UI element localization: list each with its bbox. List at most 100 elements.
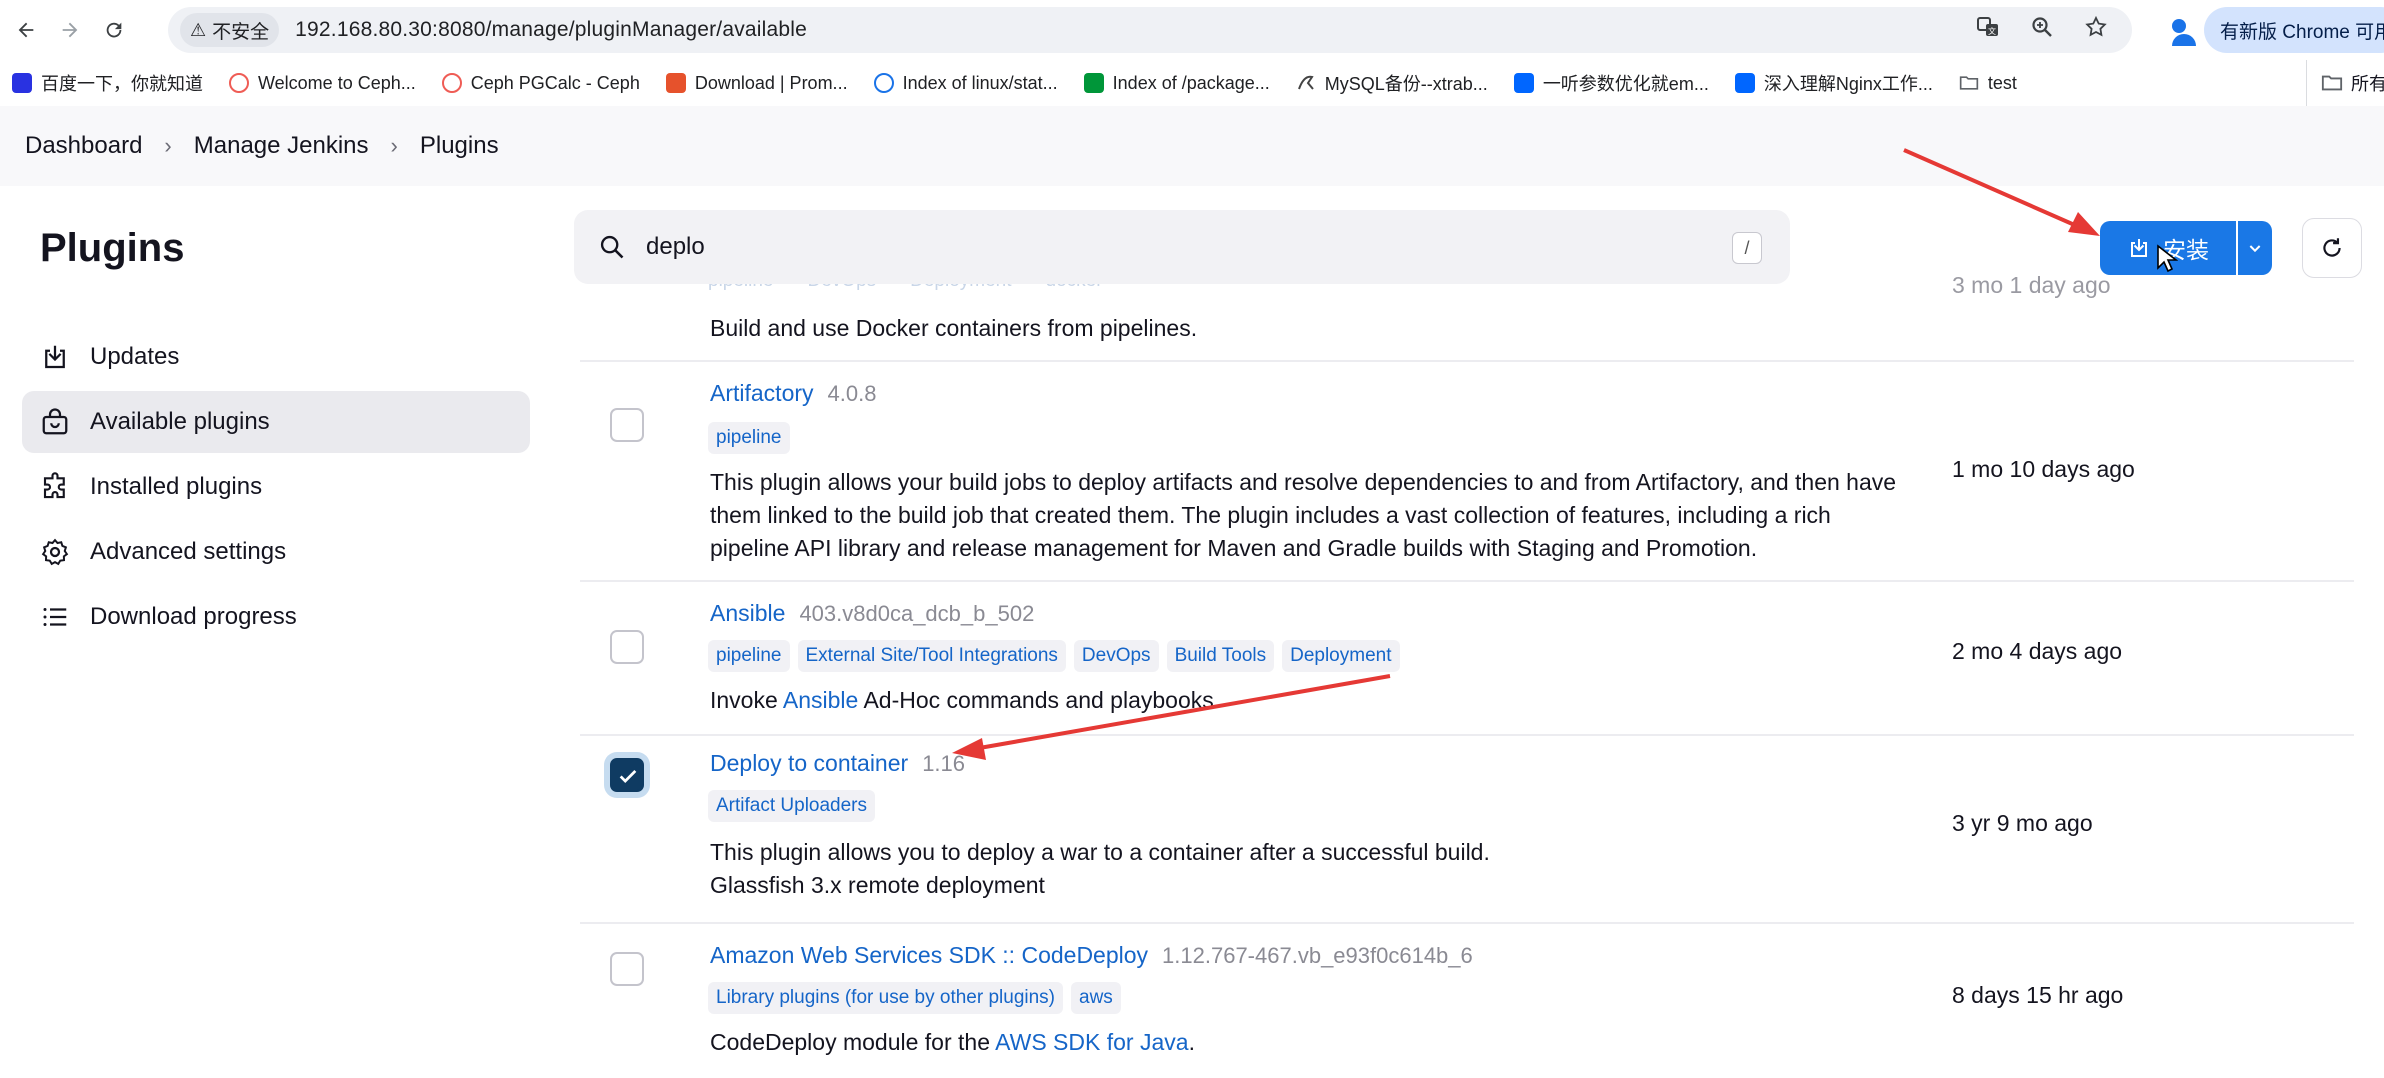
bookmark-item[interactable]: Ceph PGCalc - Ceph — [441, 72, 640, 94]
prometheus-icon — [665, 73, 686, 93]
check-icon — [619, 769, 637, 783]
security-indicator[interactable]: ⚠ 不安全 — [180, 13, 280, 47]
plugin-checkbox-deploy-to-container[interactable] — [610, 758, 644, 792]
plugin-description: This plugin allows your build jobs to de… — [710, 469, 1897, 561]
ceph-icon — [229, 73, 249, 93]
bookmark-item[interactable]: Download | Prom... — [665, 73, 848, 94]
plugin-link-ansible[interactable]: Ansible — [710, 600, 785, 626]
ceph-icon — [441, 73, 462, 93]
plugin-tag[interactable]: aws — [1071, 982, 1121, 1014]
sidebar: Updates Available plugins Installed plug… — [22, 326, 530, 651]
sidebar-item-label: Installed plugins — [90, 473, 263, 500]
plugin-tags: pipeline — [708, 422, 790, 454]
mysql-icon — [1296, 73, 1316, 93]
plugin-tag[interactable]: Library plugins (for use by other plugin… — [708, 982, 1064, 1014]
bookmark-label: Ceph PGCalc - Ceph — [470, 72, 640, 93]
description-text: CodeDeploy module for the — [710, 1029, 996, 1055]
address-bar[interactable]: ⚠ 不安全 192.168.80.30:8080/manage/pluginMa… — [168, 7, 2132, 53]
plugin-tag[interactable]: pipeline — [708, 640, 790, 672]
plugin-checkbox-artifactory[interactable] — [610, 408, 644, 442]
reload-button[interactable] — [92, 8, 136, 52]
plugin-released: 3 yr 9 mo ago — [1952, 810, 2093, 836]
bookmark-item[interactable]: Index of /package... — [1083, 73, 1270, 94]
mouse-cursor-icon — [2157, 244, 2178, 273]
star-icon[interactable] — [2084, 15, 2108, 45]
bookmark-item[interactable]: 深入理解Nginx工作... — [1734, 70, 1933, 96]
bookmark-item[interactable]: test — [1959, 73, 2017, 94]
aws-sdk-link[interactable]: AWS SDK for Java — [995, 1029, 1188, 1055]
ansible-link[interactable]: Ansible — [783, 687, 858, 713]
plugin-description: CodeDeploy module for the AWS SDK for Ja… — [710, 1026, 1900, 1059]
plugin-tag[interactable]: DevOps — [1073, 640, 1159, 672]
plugin-link-deploy-to-container[interactable]: Deploy to container — [710, 750, 908, 776]
description-line: This plugin allows you to deploy a war t… — [710, 839, 1490, 865]
plugin-link-aws-codedeploy[interactable]: Amazon Web Services SDK :: CodeDeploy — [710, 942, 1148, 968]
plugin-checkbox-aws-codedeploy[interactable] — [610, 952, 644, 986]
description-text: . — [1188, 1029, 1195, 1055]
bookmark-label: Index of linux/stat... — [902, 72, 1058, 93]
search-query[interactable]: deplo — [646, 233, 705, 261]
sidebar-item-label: Updates — [90, 343, 180, 370]
sidebar-item-installed-plugins[interactable]: Installed plugins — [22, 456, 530, 518]
download-icon — [2131, 239, 2147, 257]
plugin-name: Artifactory 4.0.8 — [710, 380, 876, 407]
refresh-button[interactable] — [2302, 218, 2362, 278]
translate-icon[interactable]: 文 — [1976, 15, 2000, 45]
baidu-icon — [12, 73, 32, 93]
reload-icon — [106, 22, 122, 38]
bookmark-item[interactable]: 一听参数优化就em... — [1513, 70, 1709, 96]
shopping-bag-icon — [42, 408, 68, 435]
plugin-version: 1.12.767-467.vb_e93f0c614b_6 — [1162, 943, 1473, 968]
arrow-right-icon — [62, 22, 78, 38]
install-options-dropdown[interactable] — [2238, 221, 2272, 275]
bookmark-label: Welcome to Ceph... — [258, 72, 416, 93]
gear-icon — [41, 538, 69, 566]
plugin-tag[interactable]: External Site/Tool Integrations — [797, 640, 1066, 672]
warning-icon: ⚠ — [190, 19, 207, 40]
bookmark-item[interactable]: Welcome to Ceph... — [229, 73, 416, 94]
chevron-right-icon: › — [390, 133, 398, 158]
sidebar-item-updates[interactable]: Updates — [22, 326, 530, 388]
plugin-released: 3 mo 1 day ago — [1952, 272, 2111, 298]
zoom-icon[interactable] — [2030, 15, 2054, 45]
bookmark-item[interactable]: MySQL备份--xtrab... — [1296, 70, 1488, 96]
sidebar-item-available-plugins[interactable]: Available plugins — [22, 391, 530, 453]
bookmark-item[interactable]: Index of linux/stat... — [873, 72, 1058, 94]
all-bookmarks-label: 所有书签 — [2351, 74, 2384, 94]
bookmark-item[interactable]: 百度一下，你就知道 — [12, 70, 203, 96]
plugin-tags: pipeline External Site/Tool Integrations… — [708, 640, 1400, 672]
all-bookmarks-button[interactable]: 所有书签 — [2306, 60, 2384, 106]
plugin-version: 4.0.8 — [827, 381, 877, 406]
plugin-tag[interactable]: Artifact Uploaders — [708, 790, 876, 822]
breadcrumb-manage-jenkins[interactable]: Manage Jenkins — [194, 132, 369, 160]
breadcrumb: Dashboard › Manage Jenkins › Plugins — [0, 106, 2384, 186]
plugin-description: Build and use Docker containers from pip… — [710, 315, 1198, 341]
plugin-tag[interactable]: Build Tools — [1166, 640, 1275, 672]
bookmark-label: 深入理解Nginx工作... — [1763, 74, 1933, 94]
forward-button[interactable] — [48, 8, 92, 52]
zhihu-icon — [1513, 73, 1534, 93]
puzzle-icon — [43, 472, 65, 499]
sidebar-item-advanced-settings[interactable]: Advanced settings — [22, 521, 530, 583]
folder-icon — [2321, 75, 2343, 91]
plugin-search-input[interactable]: deplo / — [574, 210, 1790, 284]
bookmark-label: 一听参数优化就em... — [1542, 74, 1709, 94]
plugin-checkbox-ansible[interactable] — [610, 630, 644, 664]
zhihu-icon — [1734, 73, 1755, 93]
breadcrumb-dashboard[interactable]: Dashboard — [25, 132, 142, 160]
plugin-description: This plugin allows you to deploy a war t… — [710, 836, 1900, 902]
nginx-icon — [1083, 73, 1104, 93]
svg-text:文: 文 — [1988, 26, 1996, 36]
url-text[interactable]: 192.168.80.30:8080/manage/pluginManager/… — [295, 18, 807, 42]
chrome-update-button[interactable]: 有新版 Chrome 可用 — [2204, 7, 2384, 53]
plugin-tag[interactable]: pipeline — [708, 422, 790, 454]
plugin-link-artifactory[interactable]: Artifactory — [710, 380, 814, 406]
profile-avatar[interactable] — [2152, 10, 2196, 50]
sidebar-item-download-progress[interactable]: Download progress — [22, 586, 530, 648]
sidebar-item-label: Advanced settings — [90, 538, 287, 565]
plugin-table: pipelineDevOpsDeploymentdocker Build and… — [580, 240, 2354, 1078]
plugin-version: 1.16 — [922, 751, 966, 776]
plugin-tag[interactable]: Deployment — [1282, 640, 1400, 672]
back-button[interactable] — [4, 8, 48, 52]
breadcrumb-plugins[interactable]: Plugins — [420, 132, 499, 160]
